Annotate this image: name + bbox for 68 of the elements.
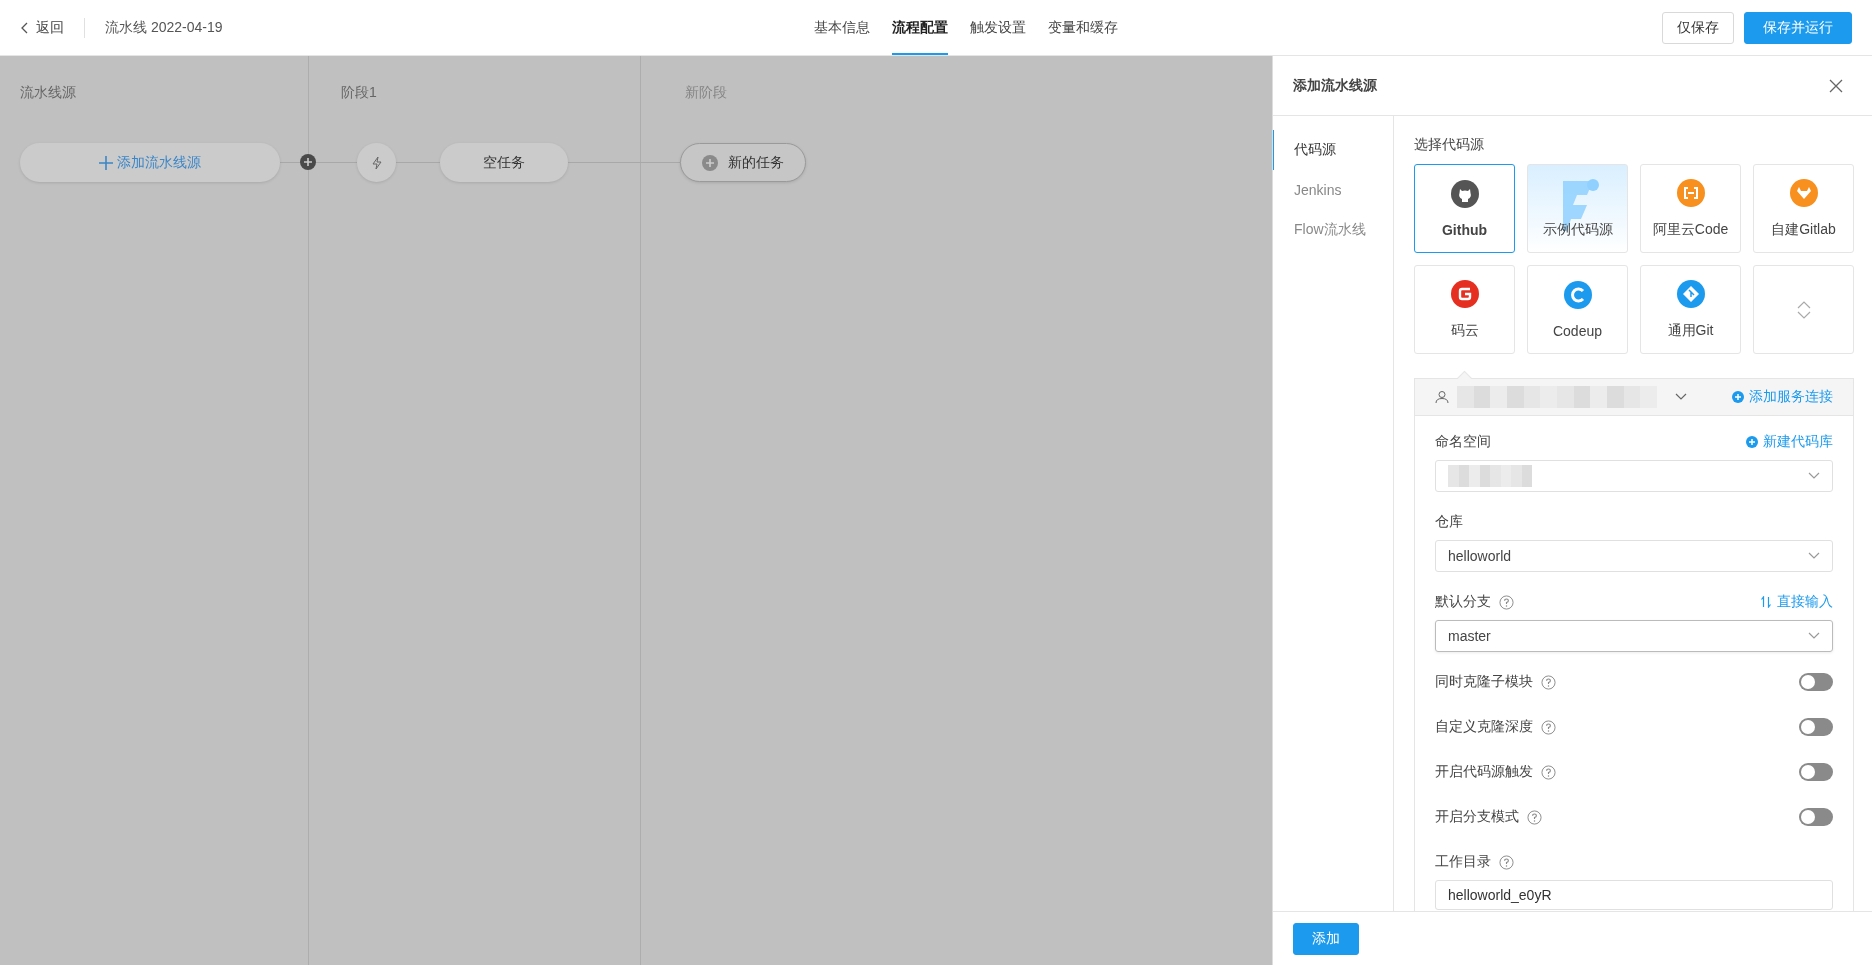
field-label: 工作目录 (1435, 853, 1491, 871)
select-field[interactable] (1435, 460, 1833, 492)
tab[interactable]: 变量和缓存 (1048, 0, 1118, 55)
toggle-switch[interactable] (1799, 718, 1833, 736)
source-card[interactable]: Codeup (1527, 265, 1628, 354)
lightning-icon (370, 155, 383, 170)
help-icon[interactable] (1527, 809, 1542, 825)
plus-circle-icon (702, 154, 718, 171)
chevron-down-icon[interactable] (1675, 393, 1687, 401)
task-node[interactable]: 空任务 (440, 143, 568, 182)
source-card[interactable]: 自建Gitlab (1753, 164, 1854, 253)
source-card[interactable]: 阿里云Code (1640, 164, 1741, 253)
field-label: 开启代码源触发 (1435, 763, 1533, 781)
add-stage-icon[interactable] (300, 154, 316, 170)
stage-title: 新阶段 (685, 84, 727, 100)
source-label: 码云 (1450, 321, 1479, 340)
field-label: 默认分支 (1435, 593, 1491, 611)
plus-icon (99, 155, 113, 170)
swap-arrows-icon (1760, 596, 1772, 608)
field-label: 自定义克隆深度 (1435, 718, 1533, 736)
help-icon[interactable] (1541, 764, 1556, 780)
toggle-switch[interactable] (1799, 673, 1833, 691)
source-card[interactable]: 通用Git (1640, 265, 1741, 354)
source-card[interactable]: 码云 (1414, 265, 1515, 354)
drawer-title: 添加流水线源 (1293, 76, 1377, 95)
pipeline-title: 流水线 2022-04-19 (105, 18, 223, 37)
back-link[interactable]: 返回 (20, 18, 64, 37)
chevron-down-icon (1808, 472, 1820, 480)
user-icon (1435, 390, 1449, 404)
stage-title: 阶段1 (341, 84, 377, 100)
new-task-button[interactable]: 新的任务 (680, 143, 806, 182)
chevron-down-icon (1808, 552, 1820, 560)
tab[interactable]: 触发设置 (970, 0, 1026, 55)
source-card[interactable]: Github (1414, 164, 1515, 253)
trigger-node[interactable] (357, 143, 396, 182)
source-label: 阿里云Code (1652, 220, 1729, 239)
help-icon[interactable] (1541, 674, 1556, 690)
section-label: 选择代码源 (1414, 136, 1485, 154)
plus-circle-icon (1746, 436, 1758, 448)
chevron-down-icon (1808, 632, 1820, 640)
source-card[interactable]: 示例代码源 (1527, 164, 1628, 253)
source-label: 自建Gitlab (1771, 220, 1836, 239)
source-label: 示例代码源 (1542, 220, 1613, 239)
toggle-switch[interactable] (1799, 763, 1833, 781)
expand-icon (1796, 299, 1811, 320)
tab[interactable]: 基本信息 (814, 0, 870, 55)
nav-item[interactable]: Jenkins (1273, 170, 1393, 210)
select-field[interactable]: helloworld (1435, 540, 1833, 572)
field-label: 命名空间 (1435, 433, 1491, 451)
source-label: Github (1441, 221, 1488, 238)
chevron-left-icon (20, 21, 30, 34)
help-icon[interactable] (1499, 854, 1514, 870)
stage-title: 流水线源 (20, 84, 76, 100)
close-icon[interactable] (1828, 77, 1844, 94)
plus-circle-icon (1732, 391, 1744, 403)
nav-item[interactable]: 代码源 (1273, 130, 1393, 170)
nav-item[interactable]: Flow流水线 (1273, 210, 1393, 250)
field-label: 同时克隆子模块 (1435, 673, 1533, 691)
help-icon[interactable] (1541, 719, 1556, 735)
source-label: Codeup (1552, 322, 1602, 339)
input-field[interactable]: helloworld_e0yR (1435, 880, 1833, 910)
field-label: 开启分支模式 (1435, 808, 1519, 826)
select-field[interactable]: master (1435, 620, 1833, 652)
source-label: 通用Git (1667, 321, 1714, 340)
toggle-switch[interactable] (1799, 808, 1833, 826)
save-button[interactable]: 仅保存 (1662, 11, 1734, 44)
field-label: 仓库 (1435, 513, 1463, 531)
help-icon[interactable] (1499, 594, 1514, 610)
